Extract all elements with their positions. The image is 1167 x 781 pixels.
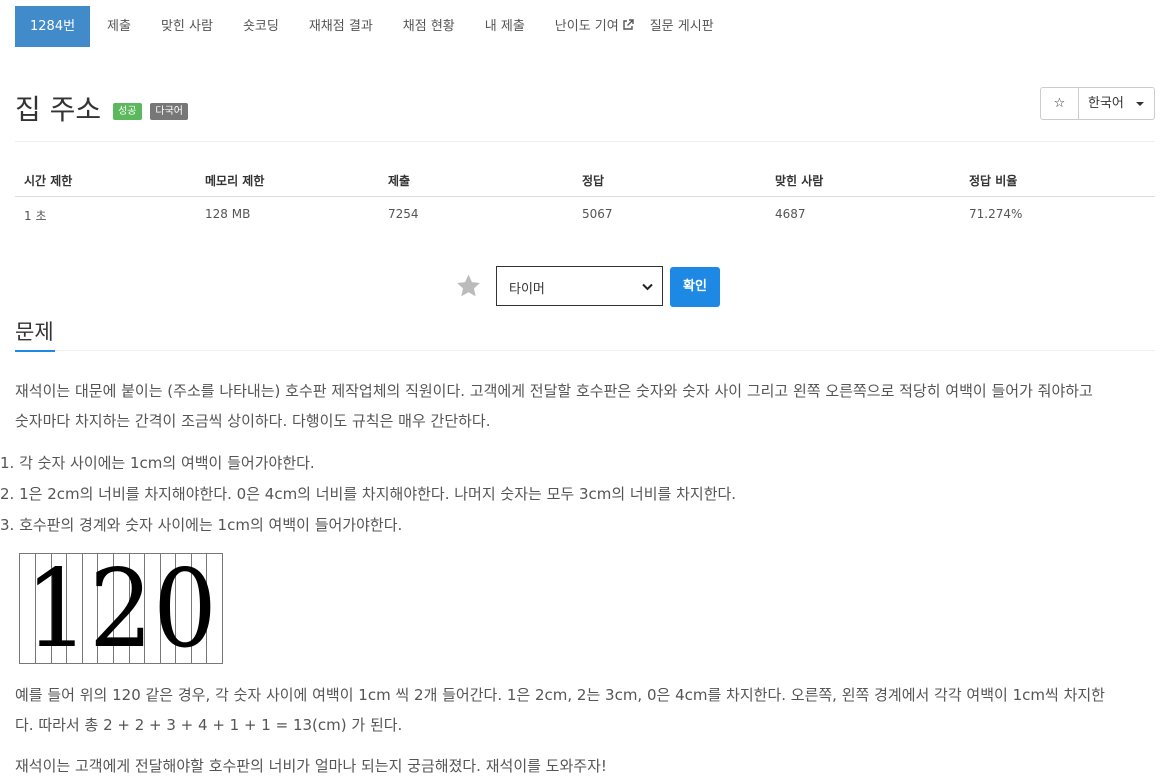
house-number-figure: 120 <box>19 553 223 665</box>
multilingual-badge: 다국어 <box>150 103 189 120</box>
time-limit-value: 1 초 <box>24 209 47 223</box>
rule-item-2: 2. 1은 2cm의 너비를 차지해야한다. 0은 4cm의 너비를 차지해야한… <box>0 485 737 503</box>
caret-down-icon <box>1136 102 1144 106</box>
tab-difficulty-label: 난이도 기여 <box>554 19 619 34</box>
tab-submit[interactable]: 제출 <box>107 6 131 47</box>
table-header-divider <box>15 196 1155 197</box>
language-dropdown[interactable]: 한국어 <box>1079 87 1155 120</box>
star-outline-icon: ☆ <box>1053 96 1066 111</box>
title-actions: ☆ 한국어 <box>1040 87 1155 120</box>
problem-closing: 재석이는 고객에게 전달해야할 호수판의 너비가 얼마나 되는지 궁금해졌다. … <box>15 757 607 775</box>
tab-judge-status[interactable]: 채점 현황 <box>403 6 455 47</box>
header-submissions: 제출 <box>388 174 411 188</box>
language-label: 한국어 <box>1088 96 1124 111</box>
external-link-icon <box>623 19 634 30</box>
chevron-down-icon <box>642 283 653 291</box>
tab-question-board[interactable]: 질문 게시판 <box>650 6 714 47</box>
tab-my-submissions[interactable]: 내 제출 <box>485 6 525 47</box>
tab-rejudge-results[interactable]: 재채점 결과 <box>309 6 373 47</box>
timer-select-value: 타이머 <box>509 282 545 297</box>
header-time-limit: 시간 제한 <box>24 174 73 188</box>
success-badge: 성공 <box>113 103 142 120</box>
solved-users-value: 4687 <box>775 207 806 221</box>
header-accepted: 정답 <box>582 174 605 188</box>
timer-select[interactable]: 타이머 <box>496 266 663 306</box>
page-title-row: 집 주소 성공 다국어 <box>15 88 189 128</box>
rule-item-3: 3. 호수판의 경계와 숫자 사이에는 1cm의 여백이 들어가야한다. <box>0 516 403 534</box>
example-explanation: 예를 들어 위의 120 같은 경우, 각 숫자 사이에 여백이 1cm 씩 2… <box>15 680 1155 740</box>
figure-digits: 120 <box>25 553 217 665</box>
problem-nav: 1284번 제출 맞힌 사람 숏코딩 재채점 결과 채점 현황 내 제출 난이도… <box>15 6 714 47</box>
problem-intro: 재석이는 대문에 붙이는 (주소를 나타내는) 호수판 제작업체의 직원이다. … <box>15 376 1155 436</box>
accept-ratio-value: 71.274% <box>969 207 1023 221</box>
memory-limit-value: 128 MB <box>205 207 251 221</box>
accepted-value: 5067 <box>582 207 613 221</box>
section-divider <box>15 350 1155 351</box>
example-line-2: 다. 따라서 총 2 + 2 + 3 + 4 + 1 + 1 = 13(cm) … <box>15 716 403 734</box>
problem-intro-line-2: 숫자마다 차지하는 간격이 조금씩 상이하다. 다행이도 규칙은 매우 간단하다… <box>15 412 491 430</box>
title-divider <box>15 141 1155 142</box>
tab-short-coding[interactable]: 숏코딩 <box>243 6 279 47</box>
header-memory-limit: 메모리 제한 <box>205 174 265 188</box>
section-title-problem: 문제 <box>15 320 54 344</box>
section-title-underline <box>15 350 55 352</box>
star-filled-icon[interactable] <box>455 273 482 299</box>
example-line-1: 예를 들어 위의 120 같은 경우, 각 숫자 사이에 여백이 1cm 씩 2… <box>15 686 1105 704</box>
submissions-value: 7254 <box>388 207 419 221</box>
header-solved-users: 맞힌 사람 <box>775 174 824 188</box>
tab-problem[interactable]: 1284번 <box>15 6 91 47</box>
timer-confirm-button[interactable]: 확인 <box>670 267 720 307</box>
page-title: 집 주소 <box>15 93 102 126</box>
rule-item-1: 1. 각 숫자 사이에는 1cm의 여백이 들어가야한다. <box>0 454 315 472</box>
tab-solved-users[interactable]: 맞힌 사람 <box>161 6 213 47</box>
header-accept-ratio: 정답 비율 <box>969 174 1018 188</box>
tab-difficulty-contribution[interactable]: 난이도 기여 <box>555 6 634 47</box>
favorite-button[interactable]: ☆ <box>1040 87 1079 120</box>
problem-intro-line-1: 재석이는 대문에 붙이는 (주소를 나타내는) 호수판 제작업체의 직원이다. … <box>15 382 1093 400</box>
